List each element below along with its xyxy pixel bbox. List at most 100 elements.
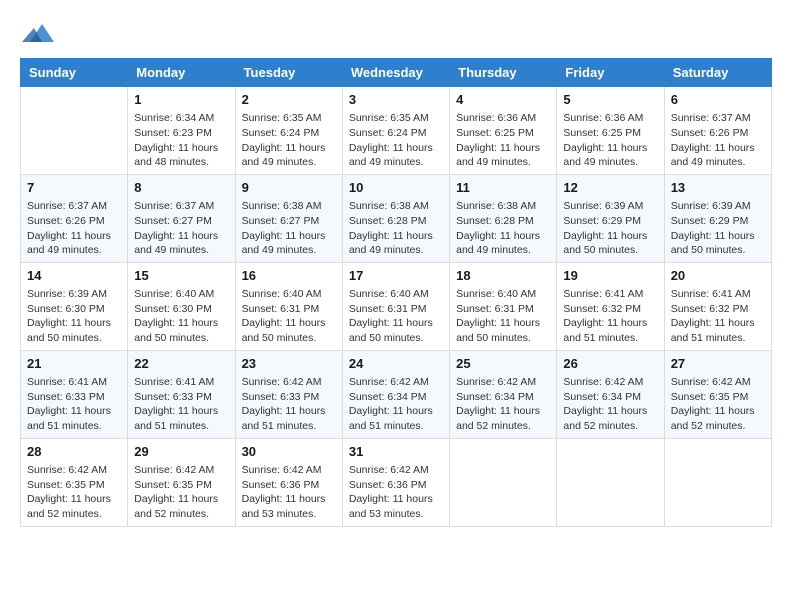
- day-number: 15: [134, 267, 228, 285]
- cell-text: Sunrise: 6:40 AM Sunset: 6:31 PM Dayligh…: [349, 287, 443, 346]
- cell-text: Sunrise: 6:35 AM Sunset: 6:24 PM Dayligh…: [242, 111, 336, 170]
- cell-text: Sunrise: 6:39 AM Sunset: 6:29 PM Dayligh…: [563, 199, 657, 258]
- logo: [20, 20, 54, 48]
- week-row-4: 21Sunrise: 6:41 AM Sunset: 6:33 PM Dayli…: [21, 350, 772, 438]
- calendar-cell: 24 Sunrise: 6:42 AM Sunset: 6:34 PM Dayli…: [342, 350, 449, 438]
- calendar-cell: 17 Sunrise: 6:40 AM Sunset: 6:31 PM Dayli…: [342, 262, 449, 350]
- cell-text: Sunrise: 6:39 AM Sunset: 6:29 PM Dayligh…: [671, 199, 765, 258]
- day-number: 17: [349, 267, 443, 285]
- calendar-cell: 27 Sunrise: 6:42 AM Sunset: 6:35 PM Dayli…: [664, 350, 771, 438]
- day-number: 14: [27, 267, 121, 285]
- day-number: 25: [456, 355, 550, 373]
- calendar-cell: 14 Sunrise: 6:39 AM Sunset: 6:30 PM Dayli…: [21, 262, 128, 350]
- cell-text: Sunrise: 6:42 AM Sunset: 6:35 PM Dayligh…: [27, 463, 121, 522]
- calendar-cell: 29 Sunrise: 6:42 AM Sunset: 6:35 PM Dayli…: [128, 438, 235, 526]
- day-number: 22: [134, 355, 228, 373]
- calendar-cell: 13 Sunrise: 6:39 AM Sunset: 6:29 PM Dayli…: [664, 174, 771, 262]
- day-number: 4: [456, 91, 550, 109]
- cell-text: Sunrise: 6:42 AM Sunset: 6:34 PM Dayligh…: [349, 375, 443, 434]
- cell-text: Sunrise: 6:42 AM Sunset: 6:33 PM Dayligh…: [242, 375, 336, 434]
- day-number: 9: [242, 179, 336, 197]
- cell-text: Sunrise: 6:39 AM Sunset: 6:30 PM Dayligh…: [27, 287, 121, 346]
- page-header: [20, 20, 772, 48]
- cell-text: Sunrise: 6:42 AM Sunset: 6:35 PM Dayligh…: [671, 375, 765, 434]
- cell-text: Sunrise: 6:37 AM Sunset: 6:26 PM Dayligh…: [27, 199, 121, 258]
- calendar-cell: 4Sunrise: 6:36 AM Sunset: 6:25 PM Daylig…: [450, 87, 557, 175]
- cell-text: Sunrise: 6:38 AM Sunset: 6:28 PM Dayligh…: [456, 199, 550, 258]
- calendar-cell: 5 Sunrise: 6:36 AM Sunset: 6:25 PM Daylig…: [557, 87, 664, 175]
- cell-text: Sunrise: 6:34 AM Sunset: 6:23 PM Dayligh…: [134, 111, 228, 170]
- header-row: SundayMondayTuesdayWednesdayThursdayFrid…: [21, 59, 772, 87]
- calendar-cell: 28 Sunrise: 6:42 AM Sunset: 6:35 PM Dayli…: [21, 438, 128, 526]
- calendar-cell: 1 Sunrise: 6:34 AM Sunset: 6:23 PM Daylig…: [128, 87, 235, 175]
- cell-text: Sunrise: 6:38 AM Sunset: 6:27 PM Dayligh…: [242, 199, 336, 258]
- cell-text: Sunrise: 6:35 AM Sunset: 6:24 PM Dayligh…: [349, 111, 443, 170]
- header-cell-sunday: Sunday: [21, 59, 128, 87]
- day-number: 20: [671, 267, 765, 285]
- day-number: 10: [349, 179, 443, 197]
- cell-text: Sunrise: 6:40 AM Sunset: 6:30 PM Dayligh…: [134, 287, 228, 346]
- day-number: 8: [134, 179, 228, 197]
- week-row-3: 14 Sunrise: 6:39 AM Sunset: 6:30 PM Dayli…: [21, 262, 772, 350]
- cell-text: Sunrise: 6:41 AM Sunset: 6:32 PM Dayligh…: [563, 287, 657, 346]
- day-number: 28: [27, 443, 121, 461]
- calendar-cell: 30 Sunrise: 6:42 AM Sunset: 6:36 PM Dayli…: [235, 438, 342, 526]
- calendar-cell: 7Sunrise: 6:37 AM Sunset: 6:26 PM Daylig…: [21, 174, 128, 262]
- header-cell-wednesday: Wednesday: [342, 59, 449, 87]
- calendar-cell: [21, 87, 128, 175]
- calendar-cell: 25Sunrise: 6:42 AM Sunset: 6:34 PM Dayli…: [450, 350, 557, 438]
- calendar-cell: 6 Sunrise: 6:37 AM Sunset: 6:26 PM Daylig…: [664, 87, 771, 175]
- day-number: 12: [563, 179, 657, 197]
- day-number: 2: [242, 91, 336, 109]
- calendar-cell: 3Sunrise: 6:35 AM Sunset: 6:24 PM Daylig…: [342, 87, 449, 175]
- cell-text: Sunrise: 6:37 AM Sunset: 6:26 PM Dayligh…: [671, 111, 765, 170]
- cell-text: Sunrise: 6:38 AM Sunset: 6:28 PM Dayligh…: [349, 199, 443, 258]
- week-row-1: 1 Sunrise: 6:34 AM Sunset: 6:23 PM Daylig…: [21, 87, 772, 175]
- day-number: 6: [671, 91, 765, 109]
- day-number: 24: [349, 355, 443, 373]
- calendar-cell: 19 Sunrise: 6:41 AM Sunset: 6:32 PM Dayli…: [557, 262, 664, 350]
- calendar-cell: [557, 438, 664, 526]
- day-number: 23: [242, 355, 336, 373]
- logo-icon: [22, 20, 54, 48]
- cell-text: Sunrise: 6:41 AM Sunset: 6:33 PM Dayligh…: [27, 375, 121, 434]
- day-number: 29: [134, 443, 228, 461]
- calendar-header: SundayMondayTuesdayWednesdayThursdayFrid…: [21, 59, 772, 87]
- day-number: 18: [456, 267, 550, 285]
- header-cell-saturday: Saturday: [664, 59, 771, 87]
- cell-text: Sunrise: 6:40 AM Sunset: 6:31 PM Dayligh…: [456, 287, 550, 346]
- calendar-cell: 18 Sunrise: 6:40 AM Sunset: 6:31 PM Dayli…: [450, 262, 557, 350]
- day-number: 1: [134, 91, 228, 109]
- cell-text: Sunrise: 6:37 AM Sunset: 6:27 PM Dayligh…: [134, 199, 228, 258]
- day-number: 11: [456, 179, 550, 197]
- calendar-table: SundayMondayTuesdayWednesdayThursdayFrid…: [20, 58, 772, 527]
- calendar-cell: 2 Sunrise: 6:35 AM Sunset: 6:24 PM Daylig…: [235, 87, 342, 175]
- day-number: 5: [563, 91, 657, 109]
- calendar-cell: [664, 438, 771, 526]
- calendar-cell: 21Sunrise: 6:41 AM Sunset: 6:33 PM Dayli…: [21, 350, 128, 438]
- day-number: 27: [671, 355, 765, 373]
- cell-text: Sunrise: 6:36 AM Sunset: 6:25 PM Dayligh…: [563, 111, 657, 170]
- calendar-cell: 31 Sunrise: 6:42 AM Sunset: 6:36 PM Dayli…: [342, 438, 449, 526]
- calendar-cell: 20Sunrise: 6:41 AM Sunset: 6:32 PM Dayli…: [664, 262, 771, 350]
- calendar-body: 1 Sunrise: 6:34 AM Sunset: 6:23 PM Daylig…: [21, 87, 772, 527]
- calendar-cell: 22Sunrise: 6:41 AM Sunset: 6:33 PM Dayli…: [128, 350, 235, 438]
- cell-text: Sunrise: 6:42 AM Sunset: 6:36 PM Dayligh…: [349, 463, 443, 522]
- day-number: 19: [563, 267, 657, 285]
- header-cell-monday: Monday: [128, 59, 235, 87]
- calendar-cell: 15 Sunrise: 6:40 AM Sunset: 6:30 PM Dayli…: [128, 262, 235, 350]
- calendar-cell: 8 Sunrise: 6:37 AM Sunset: 6:27 PM Daylig…: [128, 174, 235, 262]
- day-number: 30: [242, 443, 336, 461]
- cell-text: Sunrise: 6:40 AM Sunset: 6:31 PM Dayligh…: [242, 287, 336, 346]
- cell-text: Sunrise: 6:42 AM Sunset: 6:35 PM Dayligh…: [134, 463, 228, 522]
- cell-text: Sunrise: 6:42 AM Sunset: 6:36 PM Dayligh…: [242, 463, 336, 522]
- calendar-cell: 12 Sunrise: 6:39 AM Sunset: 6:29 PM Dayli…: [557, 174, 664, 262]
- header-cell-thursday: Thursday: [450, 59, 557, 87]
- day-number: 13: [671, 179, 765, 197]
- day-number: 16: [242, 267, 336, 285]
- week-row-2: 7Sunrise: 6:37 AM Sunset: 6:26 PM Daylig…: [21, 174, 772, 262]
- day-number: 31: [349, 443, 443, 461]
- calendar-cell: 23 Sunrise: 6:42 AM Sunset: 6:33 PM Dayli…: [235, 350, 342, 438]
- header-cell-tuesday: Tuesday: [235, 59, 342, 87]
- calendar-cell: 11 Sunrise: 6:38 AM Sunset: 6:28 PM Dayli…: [450, 174, 557, 262]
